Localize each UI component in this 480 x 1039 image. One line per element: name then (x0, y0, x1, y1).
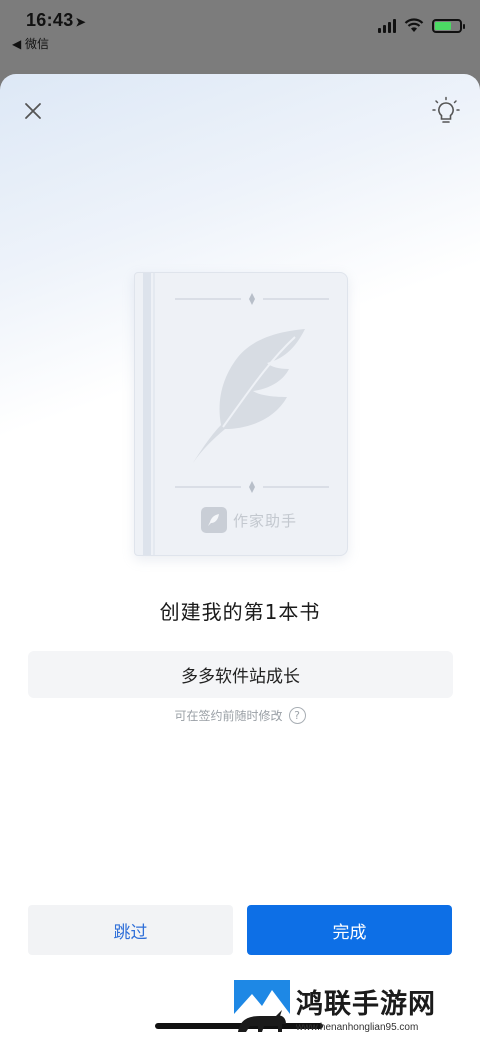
watermark-title: 鸿联手游网 (296, 989, 436, 1020)
close-button[interactable] (20, 98, 46, 124)
edit-hint-text: 可在签约前随时修改 (174, 709, 283, 723)
status-time-text: 16:43 (26, 10, 74, 30)
book-cover: 作家助手 (134, 272, 348, 556)
wifi-icon (404, 18, 424, 32)
watermark-url: www.henanhonglian95.com (296, 1022, 419, 1033)
back-to-app-link[interactable]: ◀ 微信 (12, 35, 49, 52)
feather-pen-icon (201, 507, 227, 533)
location-arrow-icon: ➤ (75, 15, 86, 29)
edit-hint: 可在签约前随时修改 ? (0, 707, 480, 724)
book-name-input[interactable]: 多多软件站成长 (28, 651, 453, 698)
status-bar: 16:43 ➤ ◀ 微信 (0, 0, 480, 70)
book-spine (143, 273, 151, 555)
battery-icon (432, 18, 465, 33)
lightbulb-icon (432, 96, 460, 123)
watermark: 鸿联手游网 www.henanhonglian95.com (232, 980, 472, 1036)
cellular-signal-icon (378, 18, 396, 33)
question-icon[interactable]: ? (288, 707, 306, 724)
close-icon (25, 103, 41, 119)
status-time: 16:43 ➤ (26, 10, 86, 31)
bull-logo-icon (234, 980, 290, 1032)
tips-button[interactable] (432, 96, 460, 126)
brand-name: 作家助手 (233, 511, 298, 530)
book-brand: 作家助手 (201, 507, 297, 533)
status-icons (378, 18, 465, 33)
page-title: 创建我的第1本书 (159, 600, 321, 624)
create-book-sheet: 作家助手 创建我的第1本书 多多软件站成长 可在签约前随时修改 ? 跳过 完成 … (0, 74, 480, 1039)
done-button[interactable]: 完成 (247, 905, 452, 955)
skip-button[interactable]: 跳过 (28, 905, 233, 955)
